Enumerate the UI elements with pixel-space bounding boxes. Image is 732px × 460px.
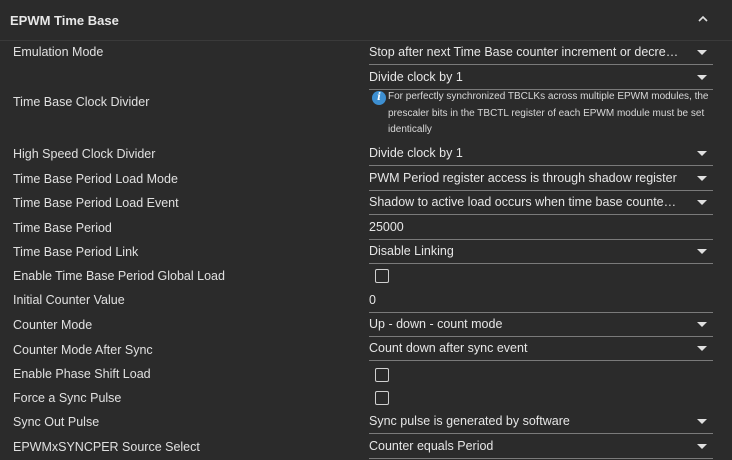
period-load-event-select[interactable]: Shadow to active load occurs when time b… [369,192,713,215]
period-load-event-value: Shadow to active load occurs when time b… [369,195,679,209]
chevron-down-icon[interactable] [697,322,707,327]
counter-mode-after-sync-label: Counter Mode After Sync [13,343,153,357]
chevron-down-icon[interactable] [697,200,707,205]
initial-counter-value[interactable]: 0 [369,293,679,307]
chevron-down-icon[interactable] [697,176,707,181]
chevron-down-icon[interactable] [697,419,707,424]
chevron-down-icon[interactable] [697,249,707,254]
counter-mode-after-sync-value: Count down after sync event [369,341,528,355]
force-sync-label: Force a Sync Pulse [13,391,122,405]
syncper-source-value: Counter equals Period [369,439,494,453]
info-icon: i [372,91,386,105]
syncper-source-label: EPWMxSYNCPER Source Select [13,440,200,454]
initial-counter-label: Initial Counter Value [13,293,125,307]
period-link-select[interactable]: Disable Linking [369,241,713,264]
period-link-label: Time Base Period Link [13,245,139,259]
emulation-mode-label: Emulation Mode [13,45,104,59]
counter-mode-label: Counter Mode [13,318,93,332]
chevron-down-icon[interactable] [697,346,707,351]
emulation-mode-value: Stop after next Time Base counter increm… [369,45,679,59]
panel-header[interactable]: EPWM Time Base [0,0,732,41]
hs-clock-divider-value: Divide clock by 1 [369,146,463,160]
hs-clock-divider-label: High Speed Clock Divider [13,147,156,161]
sync-out-select[interactable]: Sync pulse is generated by software [369,411,713,434]
period-input[interactable]: 25000 [369,217,713,240]
chevron-down-icon[interactable] [697,151,707,156]
period-link-value: Disable Linking [369,244,454,258]
sync-out-value: Sync pulse is generated by software [369,414,570,428]
phase-shift-load-label: Enable Phase Shift Load [13,367,151,381]
tb-clock-divider-info: For perfectly synchronized TBCLKs across… [388,91,709,135]
panel-title: EPWM Time Base [10,13,119,28]
tb-clock-divider-value: Divide clock by 1 [369,70,463,84]
period-value[interactable]: 25000 [369,220,679,234]
period-global-load-label: Enable Time Base Period Global Load [13,269,225,283]
period-label: Time Base Period [13,221,112,235]
period-load-event-label: Time Base Period Load Event [13,196,179,210]
tb-clock-divider-label: Time Base Clock Divider [13,95,150,109]
counter-mode-after-sync-select[interactable]: Count down after sync event [369,338,713,361]
chevron-down-icon[interactable] [697,75,707,80]
sync-out-label: Sync Out Pulse [13,415,100,429]
initial-counter-input[interactable]: 0 [369,290,713,313]
period-global-load-checkbox[interactable] [375,269,389,283]
hs-clock-divider-select[interactable]: Divide clock by 1 [369,143,713,166]
chevron-up-icon[interactable] [694,10,712,28]
period-load-mode-label: Time Base Period Load Mode [13,172,178,186]
chevron-down-icon[interactable] [697,444,707,449]
chevron-down-icon[interactable] [697,50,707,55]
tb-clock-divider-select[interactable]: Divide clock by 1 [369,67,713,90]
period-load-mode-select[interactable]: PWM Period register access is through sh… [369,168,713,191]
emulation-mode-select[interactable]: Stop after next Time Base counter increm… [369,42,713,65]
syncper-source-select[interactable]: Counter equals Period [369,436,713,459]
counter-mode-select[interactable]: Up - down - count mode [369,314,713,337]
counter-mode-value: Up - down - count mode [369,317,503,331]
phase-shift-load-checkbox[interactable] [375,368,389,382]
period-load-mode-value: PWM Period register access is through sh… [369,171,677,185]
force-sync-checkbox[interactable] [375,391,389,405]
